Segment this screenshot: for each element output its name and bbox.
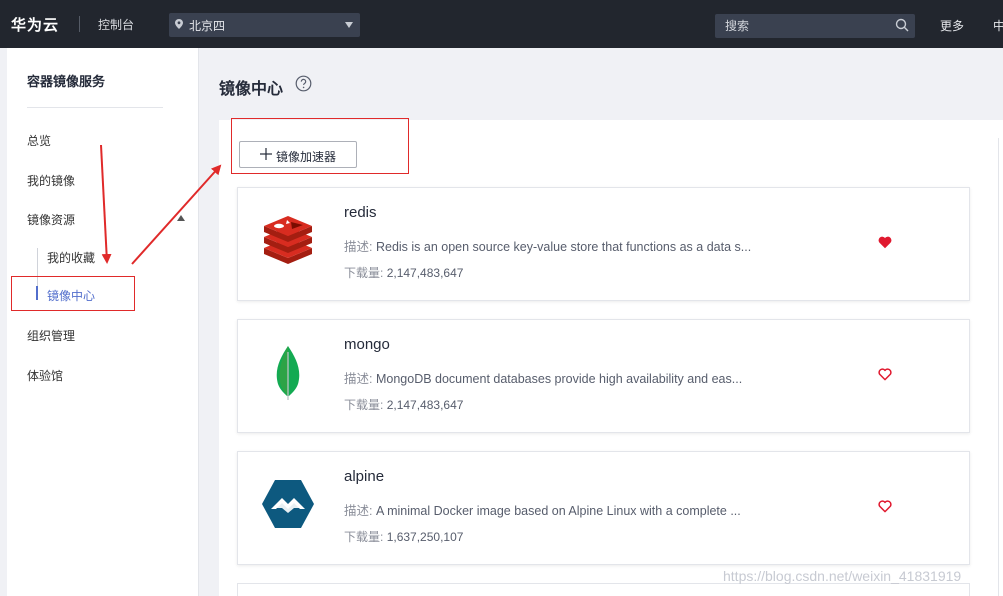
desc-label: 描述:: [344, 504, 373, 518]
image-name[interactable]: redis: [344, 204, 377, 221]
image-card-partial[interactable]: [237, 583, 970, 596]
chevron-down-icon: [345, 22, 353, 28]
page-title: 镜像中心: [219, 79, 284, 98]
language-menu-partial[interactable]: 中: [993, 17, 1003, 34]
search-icon[interactable]: [895, 18, 909, 32]
downloads-value: 1,637,250,107: [386, 530, 464, 544]
image-card-alpine[interactable]: alpine 描述: A minimal Docker image based …: [237, 451, 970, 565]
desc-label: 描述:: [344, 372, 373, 386]
search-input[interactable]: [715, 14, 915, 38]
redis-logo-icon: [264, 216, 312, 264]
desc-text: A minimal Docker image based on Alpine L…: [375, 504, 741, 518]
image-description: 描述: MongoDB document databases provide h…: [344, 368, 742, 387]
sidebar-item-organization[interactable]: 组织管理: [27, 327, 75, 344]
annotation-box-accelerator: [231, 118, 409, 174]
region-label: 北京四: [189, 19, 226, 33]
top-navigation-bar: 华为云 控制台 北京四 更多 中: [0, 0, 1003, 48]
image-description: 描述: A minimal Docker image based on Alpi…: [344, 500, 741, 519]
desc-text: Redis is an open source key-value store …: [375, 240, 752, 254]
image-card-mongo[interactable]: mongo 描述: MongoDB document databases pro…: [237, 319, 970, 433]
mongo-leaf-icon: [276, 346, 300, 400]
alpine-logo-icon: [262, 480, 314, 528]
sidebar-item-image-resources[interactable]: 镜像资源: [27, 211, 75, 228]
desc-text: MongoDB document databases provide high …: [375, 372, 743, 386]
sidebar-item-experience-hall[interactable]: 体验馆: [27, 367, 63, 384]
downloads-value: 2,147,483,647: [386, 266, 464, 280]
downloads-label: 下载量:: [344, 266, 384, 280]
downloads-label: 下载量:: [344, 530, 384, 544]
desc-label: 描述:: [344, 240, 373, 254]
help-icon[interactable]: [295, 75, 312, 92]
image-card-redis[interactable]: redis 描述: Redis is an open source key-va…: [237, 187, 970, 301]
heart-filled-icon[interactable]: [878, 236, 892, 249]
sidebar-divider: [27, 107, 163, 108]
panel-right-border: [998, 138, 999, 596]
image-name[interactable]: mongo: [344, 336, 390, 353]
heart-outline-icon[interactable]: [878, 368, 892, 381]
sidebar-item-overview[interactable]: 总览: [27, 132, 51, 149]
downloads-label: 下载量:: [344, 398, 384, 412]
sidebar-item-my-favorites[interactable]: 我的收藏: [47, 249, 95, 266]
image-downloads: 下载量: 2,147,483,647: [344, 264, 463, 281]
sidebar-title: 容器镜像服务: [27, 75, 106, 90]
sidebar-item-my-images[interactable]: 我的镜像: [27, 172, 75, 189]
console-link[interactable]: 控制台: [98, 16, 134, 33]
image-downloads: 下载量: 2,147,483,647: [344, 396, 463, 413]
annotation-box-image-center: [11, 276, 135, 311]
image-description: 描述: Redis is an open source key-value st…: [344, 236, 751, 255]
huawei-cloud-logo[interactable]: 华为云: [11, 14, 59, 35]
image-name[interactable]: alpine: [344, 468, 384, 485]
heart-outline-icon[interactable]: [878, 500, 892, 513]
watermark: https://blog.csdn.net/weixin_41831919: [723, 568, 962, 584]
chevron-up-icon[interactable]: [177, 215, 185, 221]
more-menu[interactable]: 更多: [940, 17, 964, 34]
location-pin-icon: [175, 19, 183, 29]
downloads-value: 2,147,483,647: [386, 398, 464, 412]
image-downloads: 下载量: 1,637,250,107: [344, 528, 463, 545]
sidebar: 容器镜像服务 总览 我的镜像 镜像资源 我的收藏 镜像中心 组织管理 体验馆: [7, 48, 199, 596]
topbar-divider: [79, 16, 80, 32]
region-selector[interactable]: 北京四: [169, 13, 360, 37]
